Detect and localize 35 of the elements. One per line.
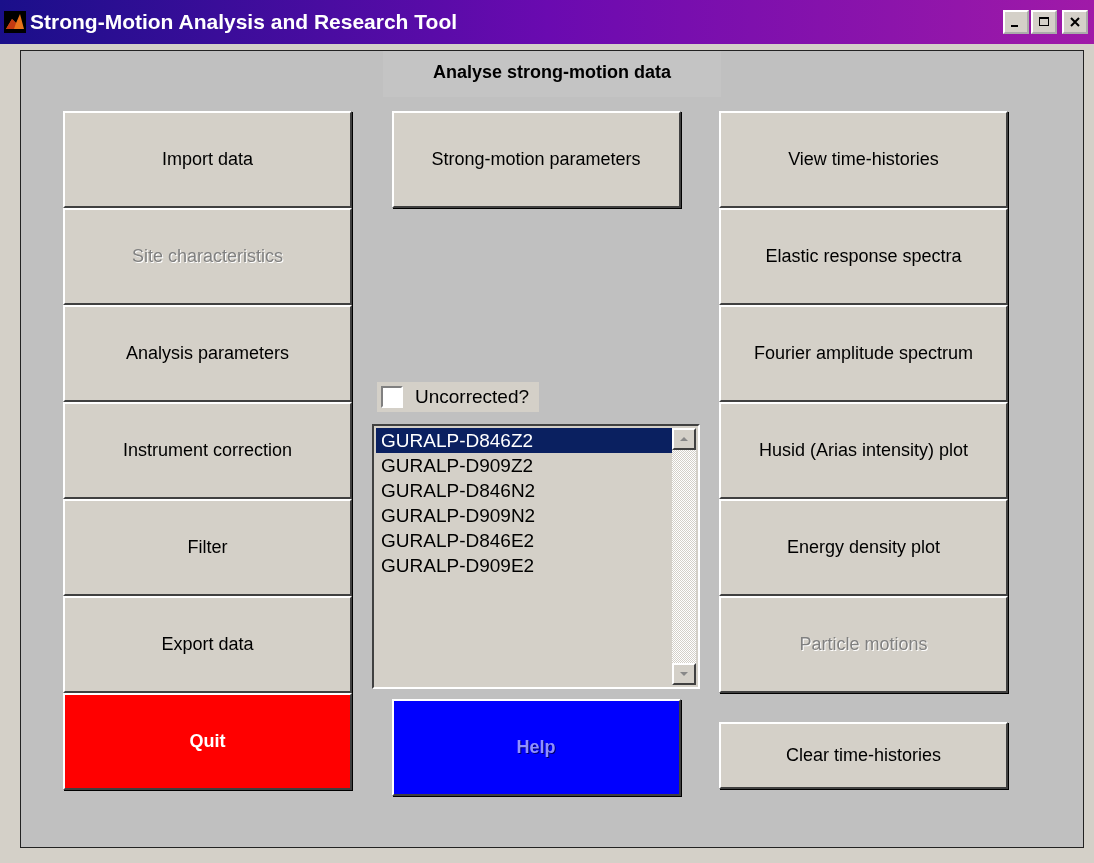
list-item[interactable]: GURALP-D846Z2 — [376, 428, 672, 453]
plot-button[interactable]: View time-histories — [719, 111, 1008, 208]
action-button[interactable]: Analysis parameters — [63, 305, 352, 402]
action-button[interactable]: Export data — [63, 596, 352, 693]
scroll-down-button[interactable] — [672, 663, 696, 685]
down-arrow-icon — [679, 671, 689, 677]
maximize-button[interactable] — [1031, 10, 1057, 34]
list-item[interactable]: GURALP-D909N2 — [376, 503, 672, 528]
clear-button[interactable]: Clear time-histories — [719, 722, 1008, 789]
minimize-button[interactable] — [1003, 10, 1029, 34]
plot-button[interactable]: Fourier amplitude spectrum — [719, 305, 1008, 402]
panel-heading: Analyse strong-motion data — [383, 51, 721, 97]
parameters-button[interactable]: Strong-motion parameters — [391, 111, 681, 208]
action-button[interactable]: Instrument correction — [63, 402, 352, 499]
list-item[interactable]: GURALP-D909E2 — [376, 553, 672, 578]
uncorrected-checkbox[interactable]: Uncorrected? — [377, 382, 540, 412]
quit-button[interactable]: Quit — [63, 693, 352, 790]
scroll-up-button[interactable] — [672, 428, 696, 450]
plot-button[interactable]: Husid (Arias intensity) plot — [719, 402, 1008, 499]
close-button[interactable] — [1062, 10, 1088, 34]
up-arrow-icon — [679, 436, 689, 442]
plot-button[interactable]: Energy density plot — [719, 499, 1008, 596]
window-title: Strong-Motion Analysis and Research Tool — [30, 10, 459, 34]
close-icon — [1069, 16, 1081, 28]
action-button[interactable]: Filter — [63, 499, 352, 596]
checkbox-square[interactable] — [381, 386, 403, 408]
maximize-icon — [1038, 16, 1050, 28]
list-item[interactable]: GURALP-D909Z2 — [376, 453, 672, 478]
app-icon — [4, 11, 26, 33]
action-button[interactable]: Import data — [63, 111, 352, 208]
list-item[interactable]: GURALP-D846E2 — [376, 528, 672, 553]
minimize-icon — [1011, 25, 1018, 27]
plot-button[interactable]: Elastic response spectra — [719, 208, 1008, 305]
scrollbar[interactable] — [672, 428, 696, 685]
list-item[interactable]: GURALP-D846N2 — [376, 478, 672, 503]
